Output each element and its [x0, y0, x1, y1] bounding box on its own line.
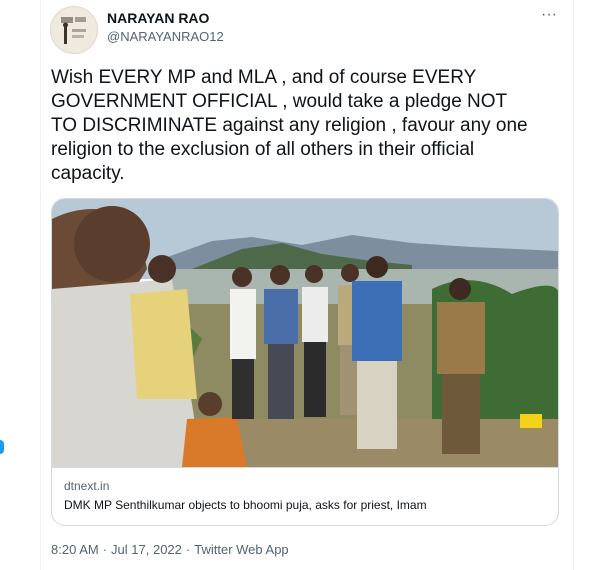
link-card[interactable]: dtnext.in DMK MP Senthilkumar objects to…: [51, 198, 559, 526]
avatar-image-icon: [61, 17, 86, 44]
tweet-date[interactable]: Jul 17, 2022: [111, 542, 182, 557]
tweet-time[interactable]: 8:20 AM: [51, 542, 99, 557]
link-card-photo[interactable]: [52, 199, 558, 467]
author-handle[interactable]: @NARAYANRAO12: [107, 29, 224, 44]
link-card-title: DMK MP Senthilkumar objects to bhoomi pu…: [64, 498, 427, 512]
author-display-name[interactable]: NARAYAN RAO: [107, 10, 209, 26]
more-options-icon[interactable]: ···: [536, 4, 562, 26]
tweet-page: NARAYAN RAO @NARAYANRAO12 ··· Wish EVERY…: [0, 0, 600, 570]
tweet-text: Wish EVERY MP and MLA , and of course EV…: [51, 67, 528, 184]
meta-separator-2: ·: [185, 542, 191, 557]
link-card-info[interactable]: dtnext.in DMK MP Senthilkumar objects to…: [52, 467, 558, 525]
link-card-domain: dtnext.in: [64, 479, 110, 493]
meta-separator: ·: [102, 542, 108, 557]
scroll-indicator: [0, 440, 4, 454]
avatar[interactable]: [50, 6, 98, 54]
column-divider-right: [573, 0, 574, 570]
tweet-source[interactable]: Twitter Web App: [194, 542, 288, 557]
column-divider-left: [40, 0, 41, 570]
tweet-meta: 8:20 AM · Jul 17, 2022 · Twitter Web App: [51, 542, 289, 557]
